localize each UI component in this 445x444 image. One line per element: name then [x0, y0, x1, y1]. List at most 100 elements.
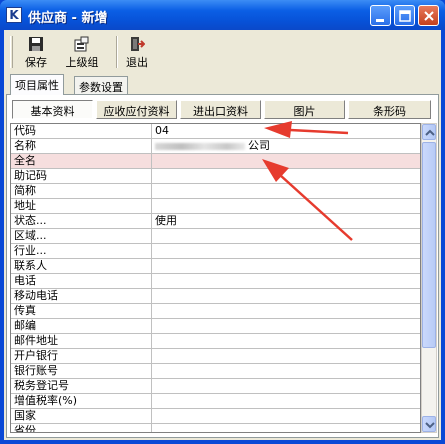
field-label: 省份 [11, 424, 152, 432]
tab-panel: 基本资料 应收应付资料 进出口资料 图片 条形码 代码 04 名称 公司全名 助记码 简称… [6, 94, 439, 438]
form-row[interactable]: 邮编 [11, 319, 420, 334]
tab-item-properties[interactable]: 项目属性 [10, 74, 64, 95]
form-row[interactable]: 邮件地址 [11, 334, 420, 349]
form-row[interactable]: 简称 [11, 184, 420, 199]
scroll-down-icon [425, 422, 435, 429]
field-value[interactable]: 公司 [152, 139, 420, 154]
form-row[interactable]: 名称 公司 [11, 139, 420, 154]
toolbar-grip[interactable] [10, 36, 13, 68]
exit-button[interactable]: 退出 [122, 34, 152, 72]
save-icon [29, 37, 43, 51]
field-value[interactable] [152, 334, 420, 349]
field-value[interactable] [152, 424, 420, 432]
field-label: 代码 [11, 124, 152, 139]
form-row[interactable]: 开户银行 [11, 349, 420, 364]
field-label: 增值税率(%) [11, 394, 152, 409]
parent-group-button[interactable]: 上级组 [58, 34, 106, 72]
tab-parameter-settings[interactable]: 参数设置 [74, 76, 128, 94]
form-row[interactable]: 行业... [11, 244, 420, 259]
field-value[interactable]: 04 [152, 124, 420, 139]
save-label: 保存 [25, 56, 47, 69]
tab-barcode[interactable]: 条形码 [348, 100, 431, 119]
form-row[interactable]: 银行账号 [11, 364, 420, 379]
field-value[interactable] [152, 364, 420, 379]
field-value[interactable] [152, 349, 420, 364]
app-window: K 供应商 - 新增 保存 上级组 退出 项目属性 参数设置 基本资料 应收应付… [0, 0, 445, 444]
property-grid: 代码 04 名称 公司全名 助记码 简称 地址 状态... 使用 区域... 行业... 联系人 电话移… [10, 123, 421, 433]
field-label: 助记码 [11, 169, 152, 184]
field-value-text: 公司 [248, 139, 270, 152]
field-value[interactable] [152, 244, 420, 259]
form-row[interactable]: 传真 [11, 304, 420, 319]
toolbar-separator [116, 36, 118, 68]
field-value[interactable] [152, 409, 420, 424]
close-button[interactable] [418, 5, 439, 26]
field-value[interactable] [152, 274, 420, 289]
form-row[interactable]: 代码 04 [11, 124, 420, 139]
parent-group-label: 上级组 [65, 56, 99, 69]
tab-receivable-payable[interactable]: 应收应付资料 [96, 100, 177, 119]
field-value[interactable] [152, 199, 420, 214]
field-label: 地址 [11, 199, 152, 214]
field-value[interactable]: 使用 [152, 214, 420, 229]
exit-icon [131, 37, 145, 51]
field-value[interactable] [152, 184, 420, 199]
tab-basic-info[interactable]: 基本资料 [12, 100, 93, 119]
form-row[interactable]: 税务登记号 [11, 379, 420, 394]
field-label: 传真 [11, 304, 152, 319]
form-row[interactable]: 状态... 使用 [11, 214, 420, 229]
field-label: 移动电话 [11, 289, 152, 304]
field-label: 简称 [11, 184, 152, 199]
field-value[interactable] [152, 229, 420, 244]
form-row[interactable]: 增值税率(%) [11, 394, 420, 409]
field-label: 行业... [11, 244, 152, 259]
field-value[interactable] [152, 319, 420, 334]
field-label: 区域... [11, 229, 152, 244]
scroll-down-button[interactable] [422, 416, 436, 432]
field-label: 状态... [11, 214, 152, 229]
save-button[interactable]: 保存 [18, 34, 54, 72]
form-row[interactable]: 区域... [11, 229, 420, 244]
form-row[interactable]: 全名 [11, 154, 420, 169]
field-value[interactable] [152, 394, 420, 409]
redacted-text [155, 142, 245, 150]
field-label: 联系人 [11, 259, 152, 274]
minimize-icon [376, 19, 384, 22]
maximize-button[interactable] [394, 5, 415, 26]
field-value[interactable] [152, 289, 420, 304]
form-row[interactable]: 助记码 [11, 169, 420, 184]
scroll-up-button[interactable] [422, 124, 436, 140]
toolbar: 保存 上级组 退出 [8, 32, 148, 72]
scroll-thumb[interactable] [422, 142, 436, 348]
scroll-up-icon [425, 129, 435, 136]
field-label: 税务登记号 [11, 379, 152, 394]
vertical-scrollbar[interactable] [421, 123, 437, 433]
window-title: 供应商 - 新增 [28, 11, 108, 26]
tab-import-export[interactable]: 进出口资料 [180, 100, 261, 119]
field-value[interactable] [152, 304, 420, 319]
field-value[interactable] [152, 259, 420, 274]
field-label: 名称 [11, 139, 152, 154]
secondary-tabs: 基本资料 应收应付资料 进出口资料 图片 条形码 [12, 100, 432, 120]
maximize-icon [399, 10, 411, 22]
form-row[interactable]: 移动电话 [11, 289, 420, 304]
window-body: 保存 上级组 退出 项目属性 参数设置 基本资料 应收应付资料 进出口资料 图片… [4, 30, 441, 440]
title-bar[interactable]: K 供应商 - 新增 [0, 0, 445, 30]
parent-group-icon [74, 36, 89, 52]
minimize-button[interactable] [370, 5, 391, 26]
exit-label: 退出 [126, 56, 148, 69]
field-label: 国家 [11, 409, 152, 424]
form-row[interactable]: 联系人 [11, 259, 420, 274]
form-row[interactable]: 国家 [11, 409, 420, 424]
form-row[interactable]: 电话 [11, 274, 420, 289]
primary-tabs: 项目属性 参数设置 [4, 74, 441, 95]
field-value[interactable] [152, 154, 420, 169]
field-value[interactable] [152, 379, 420, 394]
close-icon [424, 11, 434, 21]
field-label: 邮件地址 [11, 334, 152, 349]
field-label: 全名 [11, 154, 152, 169]
field-value[interactable] [152, 169, 420, 184]
form-row[interactable]: 省份 [11, 424, 420, 432]
tab-picture[interactable]: 图片 [264, 100, 345, 119]
form-row[interactable]: 地址 [11, 199, 420, 214]
